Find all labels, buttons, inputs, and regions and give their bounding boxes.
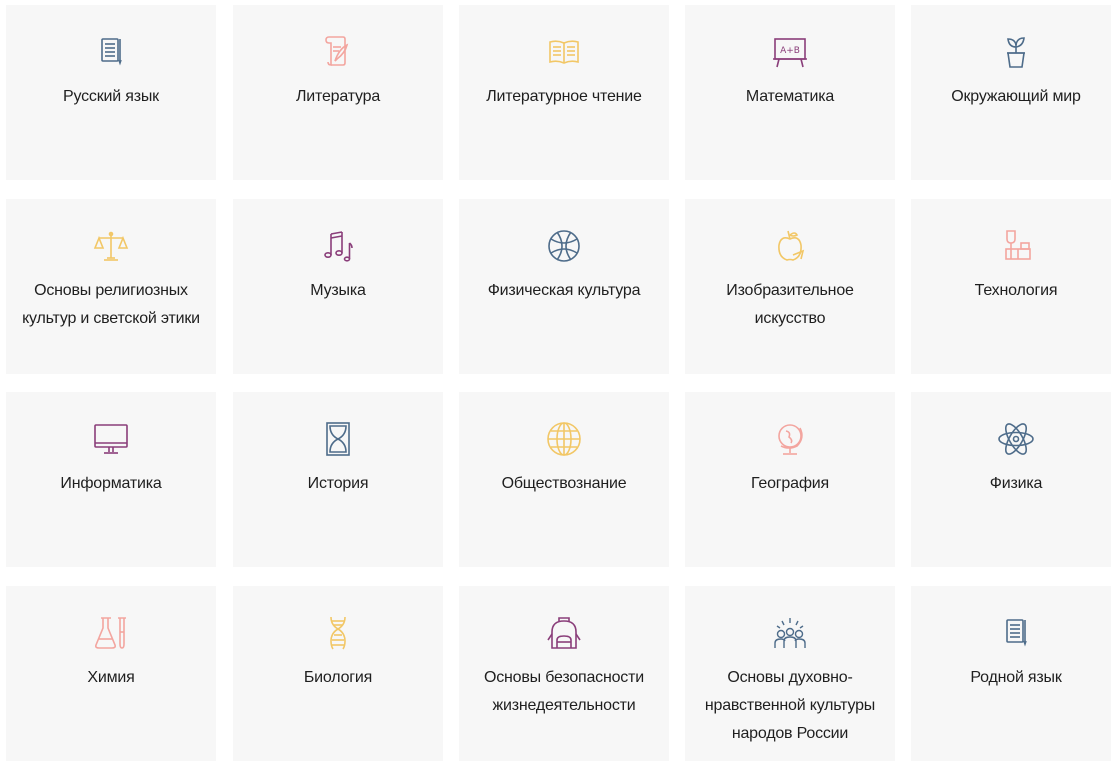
subject-label: Литература bbox=[295, 88, 381, 105]
subject-card-religion[interactable]: Основы религиозных культур и светской эт… bbox=[6, 199, 216, 374]
subject-label: Русский язык bbox=[63, 88, 159, 105]
subject-label: Изобразительное искусство bbox=[726, 282, 854, 327]
subject-label: Основы духовно-нравственной культуры нар… bbox=[704, 669, 876, 742]
subject-card-literary-reading[interactable]: Литературное чтение bbox=[459, 5, 669, 180]
subject-card-social[interactable]: Обществознание bbox=[459, 392, 669, 567]
scroll-quill-icon bbox=[315, 29, 361, 75]
subject-card-math[interactable]: A+B Математика bbox=[685, 5, 895, 180]
subject-label: Основы религиозных культур и светской эт… bbox=[22, 282, 200, 327]
subject-card-technology[interactable]: Технология bbox=[911, 199, 1111, 374]
flask-icon bbox=[88, 610, 134, 656]
subject-label: Биология bbox=[303, 669, 373, 686]
subject-label: Физическая культура bbox=[487, 282, 641, 299]
monitor-icon bbox=[88, 416, 134, 462]
subjects-grid: Русский язык Литература Литературное чте… bbox=[0, 0, 1111, 761]
subject-card-music[interactable]: Музыка bbox=[233, 199, 443, 374]
subject-card-literature[interactable]: Литература bbox=[233, 5, 443, 180]
subject-card-informatics[interactable]: Информатика bbox=[6, 392, 216, 567]
subject-label: Музыка bbox=[310, 282, 366, 299]
subject-card-safety[interactable]: Основы безопасности жизнедеятельности bbox=[459, 586, 669, 761]
subject-label: Обществознание bbox=[501, 475, 627, 492]
subject-label: Родной язык bbox=[970, 669, 1062, 686]
subject-card-physics[interactable]: Физика bbox=[911, 392, 1111, 567]
subject-label: География bbox=[751, 475, 829, 492]
document-pen-icon bbox=[88, 29, 134, 75]
people-group-icon bbox=[767, 610, 813, 656]
desk-globe-icon bbox=[767, 416, 813, 462]
subject-card-spiritual[interactable]: Основы духовно-нравственной культуры нар… bbox=[685, 586, 895, 761]
plant-pot-icon bbox=[993, 29, 1039, 75]
subject-label: История bbox=[307, 475, 369, 492]
subject-label: Основы безопасности жизнедеятельности bbox=[484, 669, 644, 714]
open-book-icon bbox=[541, 29, 587, 75]
subject-label: Окружающий мир bbox=[951, 88, 1081, 105]
apple-sketch-icon bbox=[767, 223, 813, 269]
chalkboard-icon: A+B bbox=[767, 29, 813, 75]
subject-card-chemistry[interactable]: Химия bbox=[6, 586, 216, 761]
tools-icon bbox=[993, 223, 1039, 269]
subject-card-geography[interactable]: География bbox=[685, 392, 895, 567]
subject-card-history[interactable]: История bbox=[233, 392, 443, 567]
subject-card-biology[interactable]: Биология bbox=[233, 586, 443, 761]
subject-card-world[interactable]: Окружающий мир bbox=[911, 5, 1111, 180]
subject-card-russian[interactable]: Русский язык bbox=[6, 5, 216, 180]
svg-text:A+B: A+B bbox=[780, 46, 800, 56]
subject-card-native-language[interactable]: Родной язык bbox=[911, 586, 1111, 761]
hourglass-icon bbox=[315, 416, 361, 462]
dna-icon bbox=[315, 610, 361, 656]
basketball-icon bbox=[541, 223, 587, 269]
document-pen-icon bbox=[993, 610, 1039, 656]
subject-label: Информатика bbox=[60, 475, 162, 492]
subject-label: Химия bbox=[87, 669, 135, 686]
subject-label: Математика bbox=[745, 88, 835, 105]
subject-label: Физика bbox=[989, 475, 1043, 492]
subject-label: Технология bbox=[974, 282, 1058, 299]
subject-label: Литературное чтение bbox=[486, 88, 642, 105]
atom-icon bbox=[993, 416, 1039, 462]
music-notes-icon bbox=[315, 223, 361, 269]
backpack-icon bbox=[541, 610, 587, 656]
scales-icon bbox=[88, 223, 134, 269]
globe-grid-icon bbox=[541, 416, 587, 462]
subject-card-pe[interactable]: Физическая культура bbox=[459, 199, 669, 374]
subject-card-art[interactable]: Изобразительное искусство bbox=[685, 199, 895, 374]
